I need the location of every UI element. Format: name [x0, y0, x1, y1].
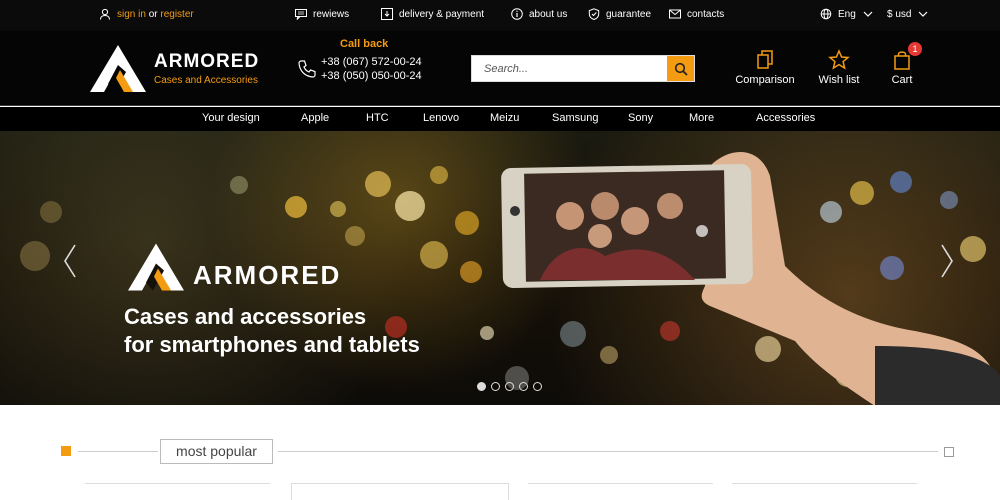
- next-slide-arrow-icon[interactable]: [937, 241, 957, 281]
- reviews-label: rewiews: [313, 8, 350, 20]
- search-icon: [674, 62, 688, 76]
- top-bar: sign in or register rewiews delivery & p…: [0, 0, 1000, 31]
- hero-headline-2: for smartphones and tablets: [124, 332, 420, 357]
- site-header: ARMORED Cases and Accessories Call back …: [0, 31, 1000, 106]
- slider-dots: [477, 382, 542, 391]
- delivery-icon: [381, 8, 393, 20]
- shield-icon: [588, 8, 600, 20]
- chat-icon: [295, 8, 307, 20]
- slider-dot[interactable]: [477, 382, 486, 391]
- contacts-label: contacts: [687, 8, 725, 20]
- comparison-label: Comparison: [735, 74, 795, 86]
- reviews-link[interactable]: rewiews: [295, 8, 349, 20]
- callback-title[interactable]: Call back: [340, 38, 388, 50]
- star-icon: [828, 49, 850, 70]
- section-divider: [278, 451, 938, 452]
- chevron-down-icon: [862, 8, 874, 20]
- hero-brand-name: ARMORED: [193, 260, 342, 290]
- section-marker-left: [61, 446, 71, 456]
- about-link[interactable]: about us: [511, 8, 567, 20]
- search-box: [471, 55, 695, 82]
- guarantee-label: guarantee: [606, 8, 652, 20]
- search-input[interactable]: [472, 56, 668, 81]
- about-label: about us: [529, 8, 568, 20]
- product-card[interactable]: [291, 483, 509, 500]
- hero-slider: ARMORED Cases and accessories for smartp…: [0, 131, 1000, 405]
- currency-select[interactable]: $ usd: [887, 8, 929, 20]
- globe-icon: [820, 8, 832, 20]
- cart-label: Cart: [891, 74, 913, 86]
- delivery-label: delivery & payment: [399, 8, 485, 20]
- brand-name: ARMORED: [154, 51, 260, 72]
- delivery-link[interactable]: delivery & payment: [381, 8, 484, 20]
- currency-value: $ usd: [887, 8, 912, 20]
- callback-block[interactable]: Call back +38 (067) 572-00-24 +38 (050) …: [297, 37, 437, 87]
- mail-icon: [669, 8, 681, 20]
- most-popular-section: most popular: [0, 405, 1000, 500]
- category-nav: Your design Apple HTC Lenovo Meizu Samsu…: [0, 107, 1000, 131]
- user-icon: [99, 8, 111, 20]
- nav-item-htc[interactable]: HTC: [366, 112, 389, 124]
- logo-mark-icon: [90, 45, 146, 92]
- info-icon: [511, 8, 523, 20]
- guarantee-link[interactable]: guarantee: [588, 8, 651, 20]
- or-text: or: [148, 8, 158, 20]
- language-value: Eng: [838, 8, 856, 20]
- register-link[interactable]: register: [160, 9, 193, 20]
- nav-item-accessories[interactable]: Accessories: [756, 112, 815, 124]
- nav-item-apple[interactable]: Apple: [301, 112, 329, 124]
- nav-item-samsung[interactable]: Samsung: [552, 112, 598, 124]
- product-card[interactable]: [732, 483, 917, 500]
- compare-icon: [757, 50, 773, 69]
- product-card[interactable]: [85, 483, 270, 500]
- cart-button[interactable]: Cart 1: [889, 42, 922, 86]
- section-title: most popular: [160, 439, 273, 464]
- slider-dot[interactable]: [533, 382, 542, 391]
- phone-number-2[interactable]: +38 (050) 050-00-24: [321, 70, 422, 82]
- section-divider: [78, 451, 158, 452]
- slider-dot[interactable]: [505, 382, 514, 391]
- phone-number-1[interactable]: +38 (067) 572-00-24: [321, 56, 422, 68]
- product-card[interactable]: [528, 483, 713, 500]
- search-button[interactable]: [667, 56, 694, 81]
- nav-item-sony[interactable]: Sony: [628, 112, 653, 124]
- hero-phone-image: [501, 152, 1000, 405]
- hero-logo-mark-icon: [128, 243, 184, 291]
- nav-item-meizu[interactable]: Meizu: [490, 112, 519, 124]
- phone-icon: [298, 60, 316, 78]
- brand-tagline: Cases and Accessories: [154, 75, 258, 86]
- account-links: sign in or register: [99, 8, 194, 20]
- wishlist-button[interactable]: Wish list: [816, 49, 862, 86]
- slider-dot[interactable]: [519, 382, 528, 391]
- contacts-link[interactable]: contacts: [669, 8, 724, 20]
- sign-in-link[interactable]: sign in: [117, 9, 146, 20]
- comparison-button[interactable]: Comparison: [734, 49, 796, 86]
- slider-dot[interactable]: [491, 382, 500, 391]
- nav-item-lenovo[interactable]: Lenovo: [423, 112, 459, 124]
- nav-item-more[interactable]: More: [689, 112, 714, 124]
- nav-item-your-design[interactable]: Your design: [202, 112, 260, 124]
- chevron-down-icon: [917, 8, 929, 20]
- prev-slide-arrow-icon[interactable]: [60, 241, 80, 281]
- hero-headline-1: Cases and accessories: [124, 304, 367, 329]
- brand-logo[interactable]: ARMORED Cases and Accessories: [88, 42, 268, 96]
- wishlist-label: Wish list: [818, 74, 860, 86]
- language-select[interactable]: Eng: [820, 8, 874, 20]
- cart-count-badge: 1: [908, 42, 922, 56]
- section-marker-right: [944, 447, 954, 457]
